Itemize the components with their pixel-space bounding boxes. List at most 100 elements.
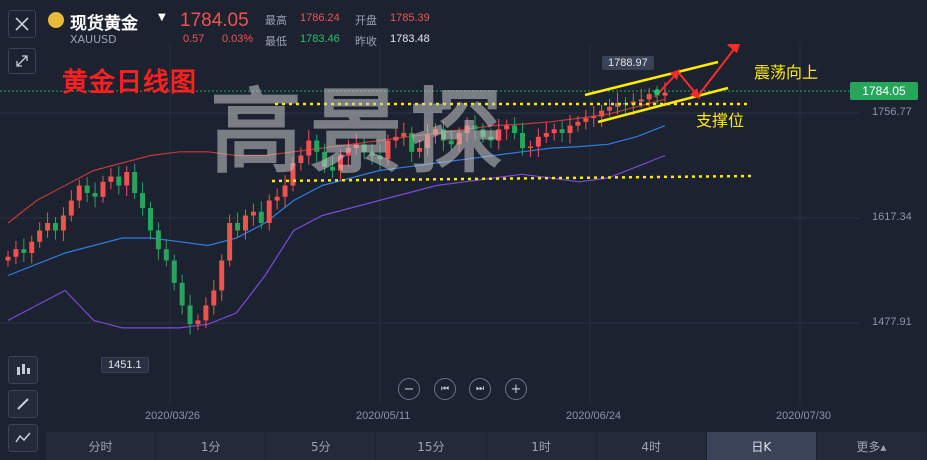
high-marker: 1788.97 [602,56,654,70]
price-tick: 1617.34 [872,211,912,223]
candle-body [607,106,613,111]
candle-body [219,260,225,291]
candle-body [116,176,122,186]
candle-body [76,185,82,201]
candle-body [171,260,177,283]
skip-back-icon: ⏮ [440,384,450,394]
candle-body [591,116,597,119]
annotation-support: 支撑位 [696,111,745,130]
symbol-name[interactable]: 现货黄金 [70,9,138,34]
candle-body [274,196,280,201]
candle-body [551,129,557,134]
more-timeframes-tab[interactable]: 更多▴ [817,432,927,460]
timeframe-tab[interactable]: 4时 [597,432,707,460]
timeframe-tab[interactable]: 1时 [487,432,597,460]
timeframe-tab[interactable]: 日K [706,432,817,460]
chart-title: 黄金日线图 [62,68,198,98]
candle-body [100,181,106,197]
last-price-dot [654,89,660,95]
candle-body [13,249,19,257]
candle-body [535,136,541,147]
candle-body [108,176,114,182]
candle-body [132,172,138,194]
candle-body [195,320,201,325]
candle-body [543,133,549,137]
candles-icon [17,364,30,375]
minus-icon: − [403,381,415,397]
pen-icon [17,398,29,410]
high-value: 1786.24 [300,12,340,24]
candle-body [646,94,652,100]
candle-body [250,211,256,216]
draw-tool-button[interactable] [8,390,38,418]
candle-body [575,121,581,126]
price-tick: 1756.77 [872,106,912,118]
candle-body [187,305,193,325]
candle-body [527,146,533,149]
indicator-tool-button[interactable] [8,356,38,384]
close-button[interactable] [8,10,36,38]
candle-body [227,223,233,261]
date-tick: 2020/07/30 [776,410,832,422]
line-tool-button[interactable] [8,424,38,452]
candle-body [45,223,51,231]
candle-body [583,118,589,122]
date-tick: 2020/03/26 [145,410,201,422]
candle-body [155,230,161,250]
line-chart-icon [15,432,31,443]
open-label: 开盘 [355,14,377,27]
candle-body [662,92,668,96]
timeframe-bar: 分时 1分 5分 15分 1时 4时 日K 更多▴ [46,432,927,460]
candle-body [559,129,565,134]
high-label: 最高 [265,14,287,27]
skip-forward-icon: ⏭ [475,384,485,394]
chevron-down-icon[interactable]: ▼ [158,12,166,23]
timeframe-tab[interactable]: 分时 [46,432,157,460]
zoom-out-button[interactable]: − [398,378,420,400]
gold-symbol-icon [48,12,64,28]
price-tick: 1477.91 [872,316,912,328]
candle-body [242,215,248,231]
watermark: 高景探 [210,78,511,186]
candle-body [266,200,272,224]
candle-body [21,249,27,253]
scroll-start-button[interactable]: ⏮ [434,378,456,400]
candle-body [258,211,264,224]
open-value: 1785.39 [390,12,430,24]
candle-body [520,133,526,149]
candle-body [235,223,241,231]
candle-body [92,193,98,197]
candle-body [599,110,605,117]
candle-body [147,208,153,231]
candle-body [211,290,217,306]
date-tick: 2020/05/11 [356,410,411,422]
candle-body [5,256,11,261]
candle-body [84,185,90,194]
candle-body [52,223,58,231]
annotation-up: 震荡向上 [754,63,819,82]
low-marker: 1451.1 [101,357,149,373]
candle-body [179,282,185,306]
candle-body [124,172,130,186]
candle-body [163,249,169,261]
candle-body [638,99,644,102]
date-tick: 2020/06/24 [566,410,622,422]
candle-body [140,193,146,209]
candle-body [567,125,573,134]
timeframe-tab[interactable]: 15分 [376,432,487,460]
last-price: 1784.05 [180,10,249,31]
quote-header: 现货黄金 ▼ XAUUSD 1784.05 0.57 0.03% 最高 1786… [0,0,927,48]
timeframe-tab[interactable]: 1分 [156,432,267,460]
arrow-head [727,44,740,53]
candle-body [68,200,74,216]
candle-body [512,125,518,134]
timeframe-tab[interactable]: 5分 [266,432,377,460]
plus-icon: + [510,381,522,397]
candle-body [203,305,209,321]
candle-body [29,241,35,253]
candle-body [60,215,66,231]
close-icon [15,17,29,31]
zoom-in-button[interactable]: + [505,378,527,400]
candle-body [37,230,43,242]
scroll-end-button[interactable]: ⏭ [469,378,491,400]
